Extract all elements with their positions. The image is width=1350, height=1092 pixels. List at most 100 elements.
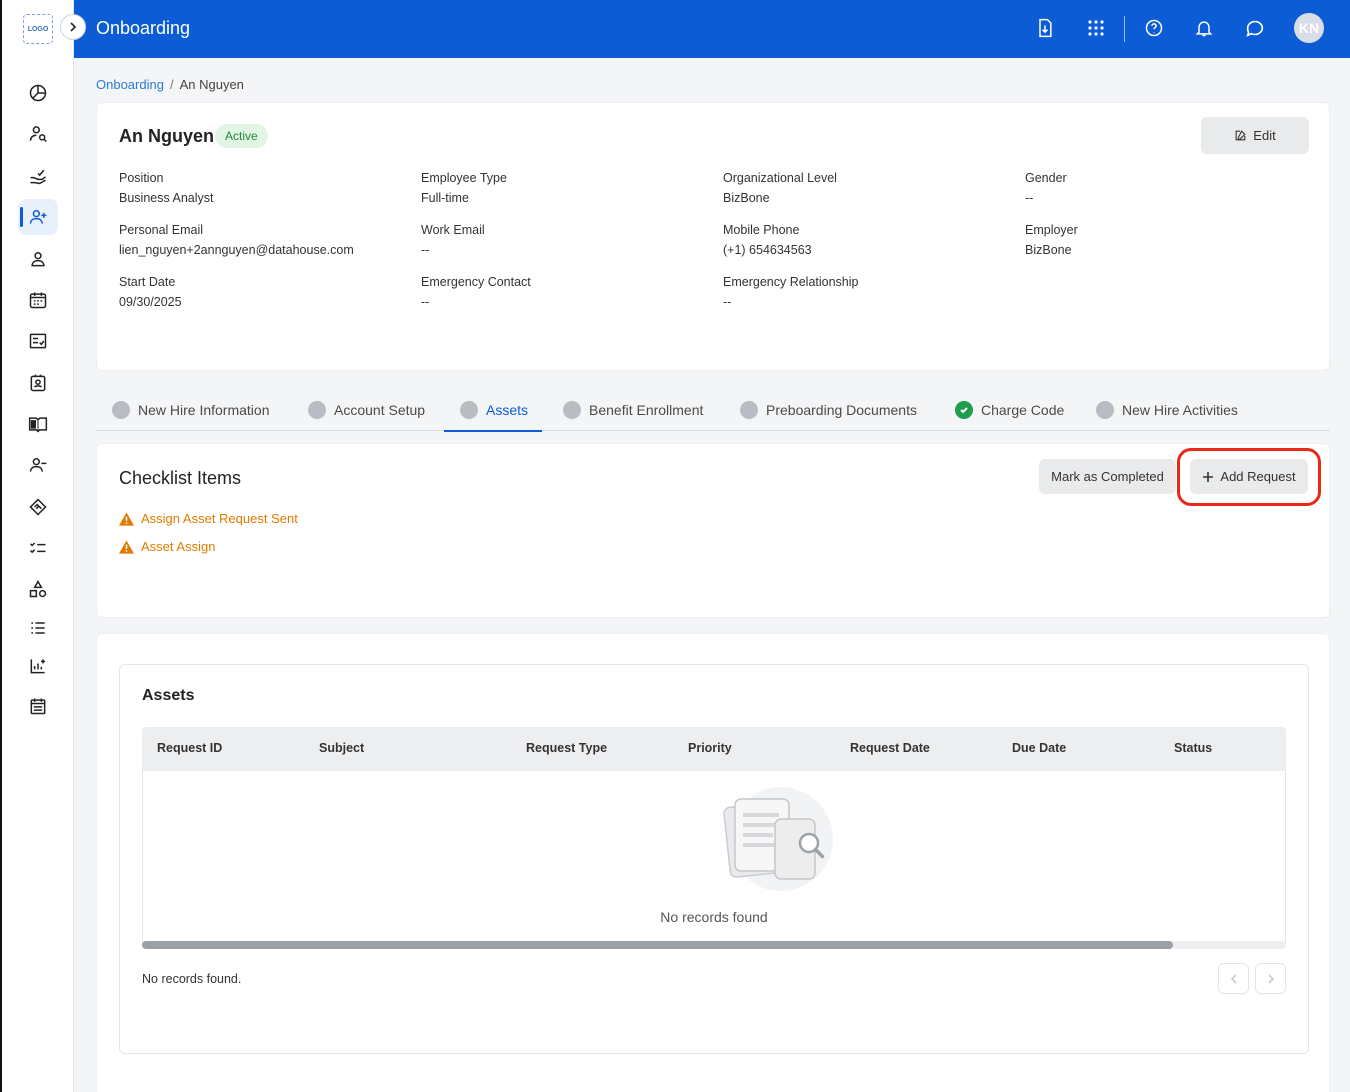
sidebar-item-contacts[interactable] — [18, 365, 58, 401]
checklist-item: Asset Assign — [119, 539, 215, 554]
scrollbar-thumb[interactable] — [142, 941, 1173, 949]
field-label: Emergency Contact — [421, 275, 531, 289]
checklist-item-label: Asset Assign — [141, 539, 216, 554]
calendar-icon — [29, 292, 47, 309]
chevron-right-icon — [70, 22, 77, 32]
handshake-icon — [29, 498, 47, 516]
apps-grid-icon[interactable] — [1084, 16, 1108, 40]
column-header-status[interactable]: Status — [1174, 741, 1212, 755]
table-footer-text: No records found. — [142, 972, 242, 986]
field-employee-type: Employee Type Full-time — [421, 171, 507, 205]
avatar[interactable]: KN — [1294, 13, 1324, 43]
status-dot — [740, 401, 758, 419]
employee-profile-card: An Nguyen Active Edit Position Business A… — [96, 102, 1330, 371]
status-dot — [1096, 401, 1114, 419]
sidebar-item-recruit[interactable] — [18, 116, 58, 152]
chat-icon[interactable] — [1243, 16, 1267, 40]
edit-icon — [1235, 130, 1246, 141]
breadcrumb-link-onboarding[interactable]: Onboarding — [96, 77, 164, 92]
tab-preboarding-documents[interactable]: Preboarding Documents — [740, 389, 917, 431]
user-icon — [31, 252, 45, 267]
previous-page-button[interactable] — [1218, 963, 1249, 994]
logo: LOGO — [23, 14, 53, 44]
mark-as-completed-button[interactable]: Mark as Completed — [1039, 459, 1176, 494]
warning-icon — [119, 511, 134, 526]
field-personal-email: Personal Email lien_nguyen+2annguyen@data… — [119, 223, 354, 257]
field-value: lien_nguyen+2annguyen@datahouse.com — [119, 243, 354, 257]
tab-new-hire-information[interactable]: New Hire Information — [112, 389, 270, 431]
list-check-icon — [29, 542, 46, 554]
column-header-request-id[interactable]: Request ID — [157, 741, 222, 755]
status-dot — [563, 401, 581, 419]
field-value: BizBone — [1025, 243, 1072, 257]
sidebar-item-offer[interactable] — [18, 158, 58, 194]
sidebar-item-reports[interactable] — [18, 648, 58, 684]
sidebar-item-handbook[interactable] — [18, 406, 58, 442]
column-header-request-type[interactable]: Request Type — [526, 741, 607, 755]
sidebar-item-benefits[interactable] — [18, 489, 58, 525]
column-header-subject[interactable]: Subject — [319, 741, 364, 755]
tab-label: New Hire Information — [138, 402, 270, 418]
user-search-icon — [29, 126, 47, 143]
checklist-item-label: Assign Asset Request Sent — [141, 511, 298, 526]
calendar-list-icon — [30, 698, 46, 715]
warning-icon — [119, 539, 134, 554]
field-label: Work Email — [421, 223, 485, 237]
field-value: -- — [723, 295, 732, 309]
sidebar-item-offboarding[interactable] — [18, 447, 58, 483]
status-dot — [112, 401, 130, 419]
tab-label: Account Setup — [334, 402, 426, 418]
top-bar: Onboarding KN — [74, 0, 1350, 58]
breadcrumb: Onboarding / An Nguyen — [96, 77, 244, 92]
download-icon[interactable] — [1033, 16, 1057, 40]
column-header-priority[interactable]: Priority — [688, 741, 732, 755]
tab-label: Assets — [486, 402, 529, 418]
sidebar-item-onboarding[interactable] — [18, 199, 58, 235]
field-label: Gender — [1025, 171, 1067, 185]
sidebar-toggle-button[interactable] — [60, 14, 86, 40]
horizontal-scrollbar[interactable] — [142, 941, 1286, 949]
assets-section: Assets Request ID Subject Request Type P… — [96, 633, 1330, 1092]
onboarding-tabs: New Hire Information Account Setup Asset… — [96, 389, 1330, 432]
field-value: BizBone — [723, 191, 770, 205]
tab-account-setup[interactable]: Account Setup — [308, 389, 425, 431]
edit-button[interactable]: Edit — [1201, 117, 1309, 154]
sidebar-item-employees[interactable] — [18, 241, 58, 277]
next-page-button[interactable] — [1255, 963, 1286, 994]
column-header-due-date[interactable]: Due Date — [1012, 741, 1066, 755]
breadcrumb-separator: / — [169, 77, 174, 92]
sidebar-item-dashboard[interactable] — [18, 75, 58, 111]
tab-new-hire-activities[interactable]: New Hire Activities — [1096, 389, 1238, 431]
sidebar-item-tasks[interactable] — [18, 323, 58, 359]
sidebar-item-assets[interactable] — [18, 571, 58, 607]
field-emergency-contact: Emergency Contact -- — [421, 275, 531, 309]
field-value: Business Analyst — [119, 191, 214, 205]
column-header-request-date[interactable]: Request Date — [850, 741, 930, 755]
notification-bell-icon[interactable] — [1192, 16, 1216, 40]
sidebar-item-schedule[interactable] — [18, 688, 58, 724]
tab-assets[interactable]: Assets — [443, 389, 543, 432]
breadcrumb-current: An Nguyen — [179, 77, 244, 92]
checklist-board-icon — [29, 333, 47, 349]
field-label: Personal Email — [119, 223, 204, 237]
sidebar-item-checklists[interactable] — [18, 530, 58, 566]
page-title: Onboarding — [96, 18, 191, 38]
help-icon[interactable] — [1142, 16, 1166, 40]
field-value: (+1) 654634563 — [723, 243, 812, 257]
checklist-card: Checklist Items Mark as Completed Add Re… — [96, 443, 1330, 618]
field-employer: Employer BizBone — [1025, 223, 1078, 257]
edit-label: Edit — [1253, 128, 1276, 143]
sidebar-item-list[interactable] — [18, 610, 58, 646]
tab-charge-code[interactable]: Charge Code — [955, 389, 1064, 431]
field-value: -- — [421, 243, 430, 257]
add-request-button[interactable]: Add Request — [1190, 459, 1308, 494]
tab-benefit-enrollment[interactable]: Benefit Enrollment — [563, 389, 703, 431]
field-label: Employee Type — [421, 171, 507, 185]
status-badge: Active — [215, 124, 268, 148]
field-mobile-phone: Mobile Phone (+1) 654634563 — [723, 223, 812, 257]
tab-label: New Hire Activities — [1122, 402, 1238, 418]
field-organizational-level: Organizational Level BizBone — [723, 171, 837, 205]
sidebar-item-calendar[interactable] — [18, 282, 58, 318]
contact-card-icon — [30, 374, 46, 392]
sidebar: LOGO — [2, 0, 74, 1092]
